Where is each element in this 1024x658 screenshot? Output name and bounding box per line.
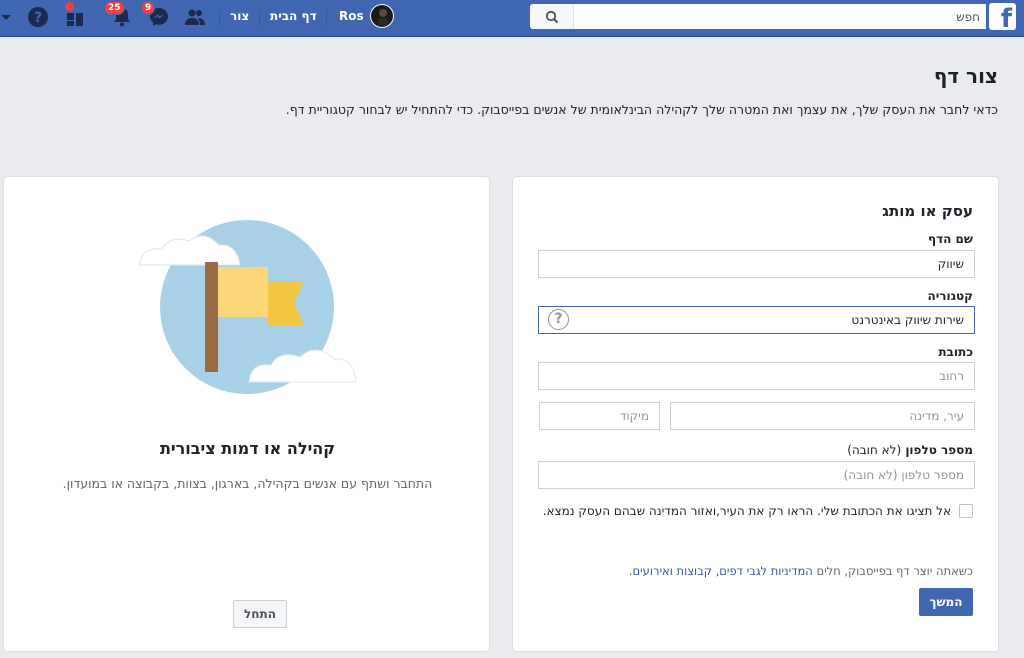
- help-icon[interactable]: ?: [26, 5, 50, 29]
- category-label: קטגוריה: [927, 289, 973, 303]
- avatar[interactable]: [370, 4, 394, 28]
- flag-illustration: [138, 220, 357, 394]
- page-name-field[interactable]: [538, 250, 975, 278]
- quick-help-icon[interactable]: [63, 2, 87, 29]
- notification-dot: [65, 2, 74, 11]
- create-link[interactable]: צור: [230, 9, 249, 23]
- policy-link[interactable]: המדיניות לגבי דפים, קבוצות ואירועים: [632, 564, 812, 578]
- community-title: קהילה או דמות ציבורית: [159, 439, 336, 458]
- search-icon: [545, 10, 558, 23]
- search-button[interactable]: [530, 4, 574, 29]
- notifications-icon[interactable]: 25: [104, 1, 134, 29]
- hide-address-label: אל תציגו את הכתובת שלי. הראו רק את העיר,…: [542, 504, 951, 518]
- profile-link[interactable]: Ros: [339, 9, 364, 23]
- community-description: התחבר ושתף עם אנשים בקהילה, בארגון, בצוו…: [62, 476, 433, 491]
- facebook-logo-letter: f: [1000, 4, 1012, 34]
- search-box: [530, 4, 986, 29]
- nav-divider: [259, 10, 260, 26]
- zip-field[interactable]: [539, 402, 660, 430]
- page-title: צור דף: [933, 64, 998, 88]
- messenger-icon[interactable]: 9: [141, 1, 171, 29]
- community-card[interactable]: קהילה או דמות ציבורית התחבר ושתף עם אנשי…: [3, 176, 490, 652]
- nav-divider: [219, 10, 220, 26]
- policy-text: כשאתה יוצר דף בפייסבוק, חלים המדיניות לג…: [629, 564, 973, 578]
- continue-button[interactable]: המשך: [919, 588, 973, 616]
- hide-address-checkbox[interactable]: [959, 504, 973, 518]
- category-field[interactable]: [538, 306, 975, 334]
- city-field[interactable]: [670, 402, 975, 430]
- page-description: כדאי לחבר את העסק שלך, את עצמך ואת המטרה…: [285, 102, 998, 117]
- phone-optional-text: (לא חובה): [847, 443, 902, 457]
- phone-label: מספר טלפון (לא חובה): [847, 443, 973, 457]
- phone-label-text: מספר טלפון: [905, 443, 973, 457]
- page-name-label: שם הדף: [927, 232, 973, 246]
- street-field[interactable]: [538, 362, 975, 390]
- nav-divider: [326, 10, 327, 26]
- phone-field[interactable]: [538, 461, 975, 489]
- home-link[interactable]: דף הבית: [270, 9, 317, 23]
- dropdown-icon[interactable]: [0, 5, 12, 29]
- top-navigation-bar: f Ros דף הבית צור 9 25 ?: [0, 0, 1024, 37]
- policy-prefix: כשאתה יוצר דף בפייסבוק, חלים: [812, 564, 973, 578]
- svg-text:?: ?: [34, 10, 42, 26]
- business-card: עסק או מותג שם הדף קטגוריה ? כתובת מספר …: [512, 176, 999, 652]
- facebook-logo-icon[interactable]: f: [989, 3, 1016, 34]
- business-title: עסק או מותג: [882, 202, 973, 220]
- friends-icon[interactable]: [183, 5, 207, 29]
- notifications-badge: 25: [104, 1, 125, 15]
- start-button[interactable]: התחל: [233, 600, 287, 628]
- search-input[interactable]: [580, 4, 980, 29]
- category-help-icon[interactable]: ?: [548, 309, 569, 330]
- address-label: כתובת: [938, 345, 973, 359]
